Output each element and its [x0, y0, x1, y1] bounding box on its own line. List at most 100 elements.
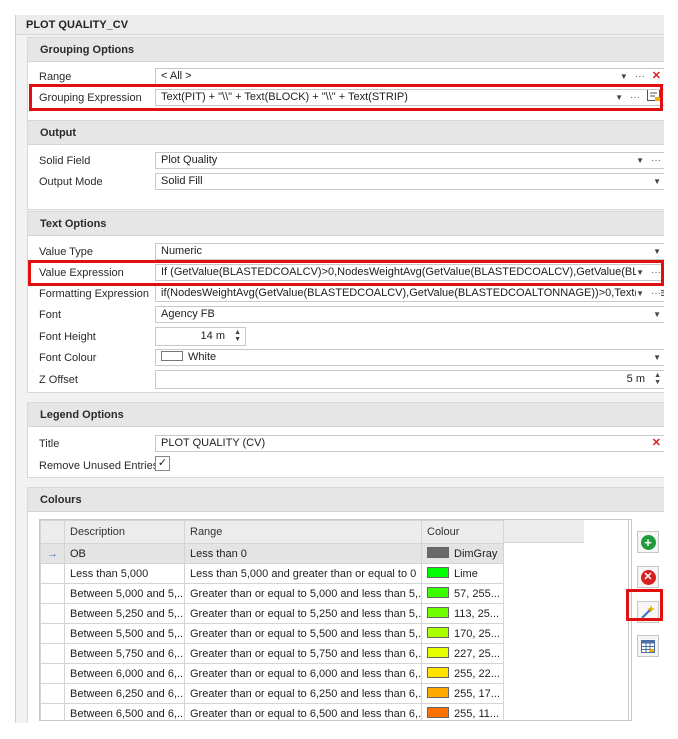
colour-cell[interactable]: 255, 22... — [421, 663, 504, 684]
range-cell[interactable]: Greater than or equal to 6,000 and less … — [184, 663, 422, 684]
section-header[interactable]: Colours — [28, 488, 664, 512]
ellipsis-icon[interactable]: ··· — [651, 155, 661, 166]
chevron-down-icon[interactable]: ▼ — [653, 174, 661, 189]
chevron-down-icon[interactable]: ▼ — [636, 265, 644, 280]
font-height-label: Font Height — [39, 331, 96, 343]
colour-swatch — [427, 567, 449, 578]
description-cell[interactable]: OB — [64, 543, 185, 564]
table-row[interactable]: Between 6,500 and 6,... Greater than or e… — [40, 703, 504, 720]
close-icon[interactable]: ✕ — [652, 436, 661, 451]
table-row[interactable]: Between 5,750 and 6,... Greater than or e… — [40, 643, 504, 664]
output-mode-value: Solid Fill — [161, 175, 203, 187]
range-cell[interactable]: Less than 5,000 and greater than or equa… — [184, 563, 422, 584]
description-cell[interactable]: Less than 5,000 — [64, 563, 185, 584]
spinner-arrows-icon[interactable]: ▲ ▼ — [654, 372, 661, 386]
description-column-header[interactable]: Description — [64, 520, 185, 544]
range-field[interactable]: < All > ▼ ··· ✕ — [155, 68, 664, 85]
description-cell[interactable]: Between 6,250 and 6,... — [64, 683, 185, 704]
empty-column-header — [503, 520, 584, 543]
delete-icon: ✕ — [640, 569, 656, 585]
font-colour-label: Font Colour — [39, 352, 97, 364]
colour-cell[interactable]: DimGray — [421, 543, 504, 564]
chevron-down-icon[interactable]: ▼ — [636, 153, 644, 168]
font-select[interactable]: Agency FB ▼ — [155, 306, 664, 323]
formatting-expression-field[interactable]: if(NodesWeightAvg(GetValue(BLASTEDCOALCV… — [155, 285, 664, 302]
section-header[interactable]: Text Options — [28, 212, 664, 236]
chevron-down-icon[interactable]: ▼ — [653, 244, 661, 259]
ellipsis-icon[interactable]: ··· — [651, 288, 661, 299]
range-cell[interactable]: Greater than or equal to 5,500 and less … — [184, 623, 422, 644]
spinner-arrows-icon[interactable]: ▲ ▼ — [234, 329, 241, 343]
range-cell[interactable]: Greater than or equal to 5,000 and less … — [184, 583, 422, 604]
colour-column-header[interactable]: Colour — [421, 520, 504, 544]
colour-swatch — [427, 647, 449, 658]
expression-builder-icon[interactable] — [647, 90, 661, 105]
legend-title-field[interactable]: PLOT QUALITY (CV) ✕ — [155, 435, 664, 452]
range-cell[interactable]: Greater than or equal to 5,750 and less … — [184, 643, 422, 664]
value-type-value: Numeric — [161, 245, 202, 257]
remove-unused-checkbox[interactable]: ✓ — [155, 456, 170, 471]
properties-panel: PLOT QUALITY_CV Grouping Options Range <… — [15, 15, 664, 723]
table-row[interactable]: Between 5,500 and 5,... Greater than or e… — [40, 623, 504, 644]
chevron-down-icon[interactable]: ▼ — [636, 286, 644, 301]
description-cell[interactable]: Between 5,750 and 6,... — [64, 643, 185, 664]
font-colour-select[interactable]: White ▼ — [155, 349, 664, 366]
font-value: Agency FB — [161, 308, 215, 320]
description-cell[interactable]: Between 6,500 and 6,... — [64, 703, 185, 720]
table-row[interactable]: Between 6,250 and 6,... Greater than or e… — [40, 683, 504, 704]
range-cell[interactable]: Less than 0 — [184, 543, 422, 564]
colour-cell[interactable]: 255, 11... — [421, 703, 504, 720]
ellipsis-icon[interactable]: ··· — [651, 267, 661, 278]
colour-cell[interactable]: 113, 25... — [421, 603, 504, 624]
range-cell[interactable]: Greater than or equal to 6,500 and less … — [184, 703, 422, 720]
close-icon[interactable]: ✕ — [652, 69, 661, 84]
section-header[interactable]: Legend Options — [28, 403, 664, 427]
table-row[interactable]: Less than 5,000 Less than 5,000 and great… — [40, 563, 504, 584]
z-offset-spinner[interactable]: 5 m ▲ ▼ — [155, 370, 664, 389]
chevron-down-icon[interactable]: ▼ — [615, 90, 623, 105]
delete-button[interactable]: ✕ — [637, 566, 659, 588]
value-type-select[interactable]: Numeric ▼ — [155, 243, 664, 260]
table-row[interactable]: Between 6,000 and 6,... Greater than or e… — [40, 663, 504, 684]
table-button[interactable] — [637, 635, 659, 657]
solid-field-select[interactable]: Plot Quality ▼ ··· — [155, 152, 664, 169]
value-expression-value: If (GetValue(BLASTEDCOALCV)>0,NodesWeigh… — [161, 266, 664, 278]
range-cell[interactable]: Greater than or equal to 6,250 and less … — [184, 683, 422, 704]
grouping-expression-field[interactable]: Text(PIT) + "\\" + Text(BLOCK) + "\\" + … — [155, 89, 664, 106]
chevron-down-icon[interactable]: ▼ — [653, 307, 661, 322]
wizard-button[interactable] — [637, 601, 659, 623]
colour-cell[interactable]: 227, 25... — [421, 643, 504, 664]
output-section: Output Solid Field Plot Quality ▼ ··· Ou… — [27, 120, 664, 210]
colour-cell[interactable]: Lime — [421, 563, 504, 584]
ellipsis-icon[interactable]: ··· — [630, 92, 640, 103]
chevron-down-icon[interactable]: ▼ — [620, 69, 628, 84]
table-icon — [641, 639, 655, 653]
colour-cell[interactable]: 57, 255... — [421, 583, 504, 604]
row-indicator — [40, 663, 65, 684]
output-mode-select[interactable]: Solid Fill ▼ — [155, 173, 664, 190]
colour-cell[interactable]: 255, 17... — [421, 683, 504, 704]
value-expression-field[interactable]: If (GetValue(BLASTEDCOALCV)>0,NodesWeigh… — [155, 264, 664, 281]
add-button[interactable]: + — [637, 531, 659, 553]
range-column-header[interactable]: Range — [184, 520, 422, 544]
ellipsis-icon[interactable]: ··· — [635, 71, 645, 82]
section-header[interactable]: Grouping Options — [28, 38, 664, 62]
colours-table: Description Range Colour → OB Less than 0 D… — [40, 520, 504, 720]
colour-cell[interactable]: 170, 25... — [421, 623, 504, 644]
description-cell[interactable]: Between 5,000 and 5,... — [64, 583, 185, 604]
colours-grid: Description Range Colour → OB Less than 0 D… — [39, 519, 632, 721]
colour-value: 227, 25... — [454, 648, 500, 660]
description-cell[interactable]: Between 5,500 and 5,... — [64, 623, 185, 644]
table-row[interactable]: Between 5,000 and 5,... Greater than or e… — [40, 583, 504, 604]
font-height-spinner[interactable]: 14 m ▲ ▼ — [155, 327, 246, 346]
table-row[interactable]: → OB Less than 0 DimGray — [40, 543, 504, 564]
table-row[interactable]: Between 5,250 and 5,... Greater than or e… — [40, 603, 504, 624]
description-cell[interactable]: Between 6,000 and 6,... — [64, 663, 185, 684]
description-cell[interactable]: Between 5,250 and 5,... — [64, 603, 185, 624]
range-cell[interactable]: Greater than or equal to 5,250 and less … — [184, 603, 422, 624]
legend-title-value: PLOT QUALITY (CV) — [161, 437, 266, 449]
row-indicator — [40, 583, 65, 604]
section-header[interactable]: Output — [28, 121, 664, 145]
colour-value: 170, 25... — [454, 628, 500, 640]
chevron-down-icon[interactable]: ▼ — [653, 350, 661, 365]
